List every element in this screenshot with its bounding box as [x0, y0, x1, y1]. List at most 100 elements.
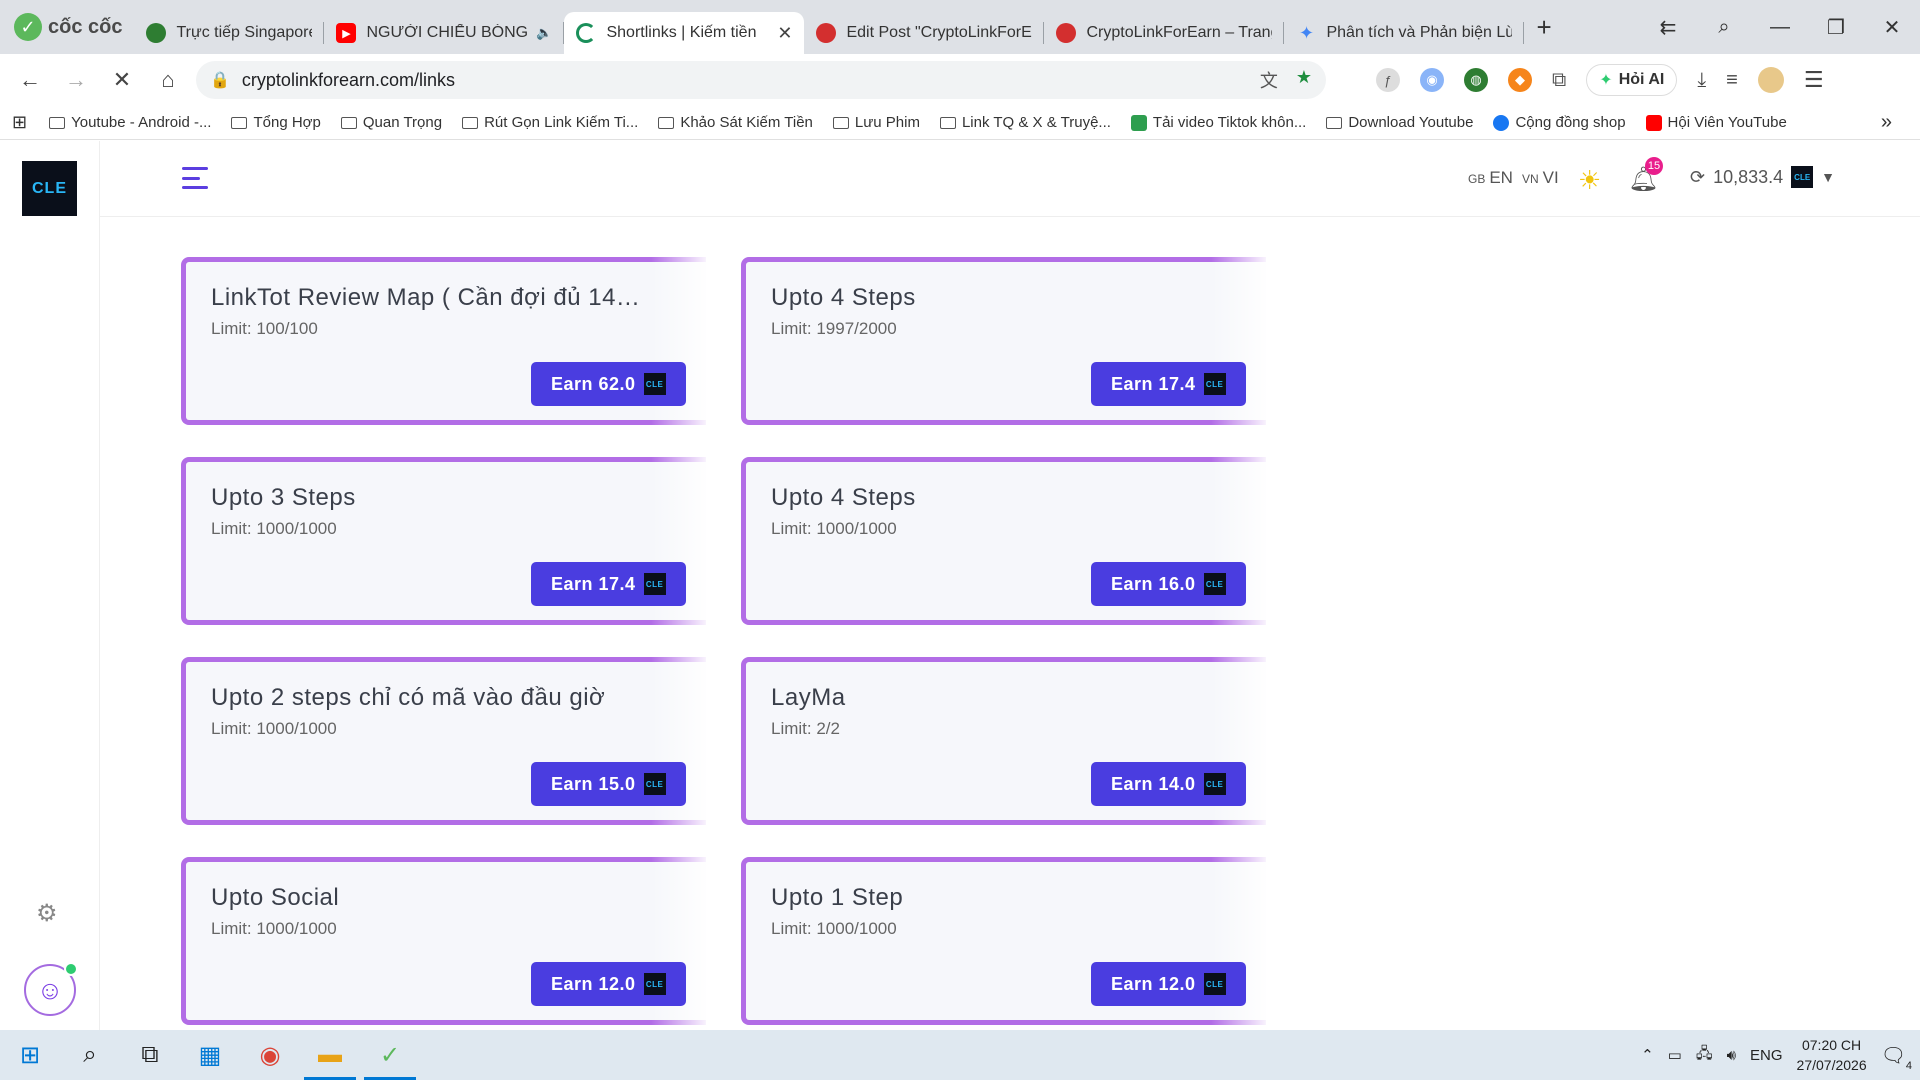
close-window-button[interactable]: ✕: [1864, 15, 1920, 40]
settings-gear-icon[interactable]: ⚙: [36, 899, 58, 928]
search-icon[interactable]: ⌕: [60, 1030, 120, 1080]
cle-coin-icon: CLE: [1791, 166, 1814, 188]
url-text[interactable]: cryptolinkforearn.com/links: [242, 70, 455, 91]
bookmark-item[interactable]: Lưu Phim: [832, 114, 920, 131]
loading-icon: [576, 23, 597, 43]
earn-button[interactable]: Earn 62.0 CLE: [531, 362, 686, 406]
tab-5[interactable]: ✦ Phân tích và Phản biện Lừ: [1284, 12, 1525, 54]
sparkle-icon: ✦: [1599, 72, 1613, 89]
minimize-button[interactable]: —: [1752, 16, 1808, 39]
translate-icon[interactable]: 文: [1260, 67, 1278, 93]
media-queue-icon[interactable]: ≡: [1726, 69, 1738, 92]
back-button[interactable]: ←: [10, 60, 50, 100]
notification-center-icon[interactable]: 🗨︎ 4: [1881, 1043, 1912, 1072]
chrome-icon[interactable]: ◉: [240, 1030, 300, 1080]
lock-icon[interactable]: 🔒: [210, 70, 230, 90]
bookmark-item[interactable]: Youtube - Android -...: [49, 114, 211, 131]
bookmark-item[interactable]: Khảo Sát Kiếm Tiền: [658, 114, 813, 131]
bookmark-item[interactable]: Download Youtube: [1326, 114, 1473, 131]
bookmark-item[interactable]: Tổng Hợp: [231, 114, 321, 131]
input-language[interactable]: ENG: [1750, 1047, 1783, 1064]
extensions-puzzle-icon[interactable]: ⧉: [1552, 69, 1566, 92]
folder-icon: [658, 116, 675, 129]
bookmark-star-icon[interactable]: ★: [1296, 67, 1312, 93]
card-title: Upto Social: [211, 884, 340, 911]
browser-brand-label: cốc cốc: [48, 15, 123, 38]
extension-feather-icon[interactable]: ƒ: [1376, 68, 1400, 92]
lang-vi-button[interactable]: VN VI: [1522, 168, 1559, 188]
hamburger-menu-icon[interactable]: [182, 167, 208, 189]
browser-brand[interactable]: ✓ cốc cốc: [0, 0, 134, 54]
bookmark-label: Tải video Tiktok khôn...: [1152, 114, 1307, 131]
network-icon[interactable]: 🖧: [1696, 1043, 1713, 1068]
bookmark-item[interactable]: Hội Viên YouTube: [1645, 114, 1787, 131]
earn-button[interactable]: Earn 16.0 CLE: [1091, 562, 1246, 606]
card-limit: Limit: 1000/1000: [211, 719, 337, 738]
more-bookmarks-icon[interactable]: »: [1881, 111, 1892, 134]
forward-button[interactable]: →: [56, 60, 96, 100]
apps-grid-icon[interactable]: ⊞: [12, 112, 27, 133]
clock-date: 27/07/2026: [1796, 1057, 1867, 1073]
site-icon: [1056, 23, 1077, 43]
earn-button[interactable]: Earn 12.0 CLE: [531, 962, 686, 1006]
earn-label: Earn 12.0: [1111, 973, 1196, 994]
file-explorer-icon[interactable]: ▬: [300, 1030, 360, 1080]
tab-1[interactable]: ▶ NGƯỜI CHIẾU BÓNG E 🔈: [324, 12, 565, 54]
bookmark-item[interactable]: Tải video Tiktok khôn...: [1130, 114, 1307, 131]
tab-2-active[interactable]: Shortlinks | Kiếm tiền ✕: [564, 12, 805, 54]
earn-button[interactable]: Earn 12.0 CLE: [1091, 962, 1246, 1006]
chevron-up-icon[interactable]: ⌃: [1641, 1046, 1654, 1064]
close-tab-icon[interactable]: ✕: [777, 23, 792, 44]
extension-lens-icon[interactable]: ◉: [1420, 68, 1444, 92]
refresh-icon[interactable]: ⟳: [1690, 167, 1705, 188]
lang-en-button[interactable]: GB EN: [1468, 168, 1513, 188]
site-logo-text: CLE: [32, 179, 67, 197]
coccoc-taskbar-icon[interactable]: ✓: [360, 1030, 420, 1080]
task-view-icon[interactable]: ⧉: [120, 1030, 180, 1080]
bookmark-item[interactable]: Cộng đồng shop: [1493, 114, 1626, 131]
battery-icon[interactable]: ▭: [1668, 1046, 1682, 1064]
folder-icon: [832, 116, 849, 129]
shortlink-card: LayMa Limit: 2/2 Earn 14.0 CLE: [741, 657, 1271, 825]
restore-button[interactable]: ❐: [1808, 15, 1864, 40]
bookmark-item[interactable]: Link TQ & X & Truyệ...: [939, 114, 1111, 131]
speaker-icon[interactable]: 🔈: [536, 25, 552, 41]
back-history-icon[interactable]: ⇇: [1640, 15, 1696, 40]
site-logo[interactable]: CLE: [22, 161, 77, 216]
site-icon: [816, 23, 837, 43]
volume-icon[interactable]: 🔊︎: [1727, 1047, 1736, 1064]
cle-coin-icon: CLE: [643, 973, 666, 995]
profile-avatar[interactable]: [1757, 67, 1784, 93]
download-icon[interactable]: ⤓: [1697, 69, 1706, 92]
earn-button[interactable]: Earn 14.0 CLE: [1091, 762, 1246, 806]
tab-0[interactable]: Trực tiếp Singapore vs Tim: [134, 12, 325, 54]
theme-sun-icon[interactable]: ☀: [1578, 165, 1601, 196]
earn-button[interactable]: Earn 17.4 CLE: [531, 562, 686, 606]
earn-button[interactable]: Earn 15.0 CLE: [531, 762, 686, 806]
card-limit: Limit: 1000/1000: [771, 919, 897, 938]
store-icon[interactable]: ▦: [180, 1030, 240, 1080]
menu-icon[interactable]: ☰: [1804, 67, 1824, 93]
hoi-ai-button[interactable]: ✦ Hỏi AI: [1586, 64, 1678, 96]
stop-loading-button[interactable]: ✕: [102, 60, 142, 100]
earn-button[interactable]: Earn 17.4 CLE: [1091, 362, 1246, 406]
balance-dropdown[interactable]: ⟳ 10,833.4 CLE ▼: [1690, 166, 1835, 188]
home-button[interactable]: ⌂: [148, 60, 188, 100]
windows-start-icon[interactable]: ⊞: [0, 1030, 60, 1080]
card-limit: Limit: 100/100: [211, 319, 318, 338]
address-bar[interactable]: 🔒 cryptolinkforearn.com/links 文 ★: [196, 61, 1326, 99]
card-limit: Limit: 1000/1000: [771, 519, 897, 538]
bookmark-item[interactable]: Rút Gọn Link Kiếm Ti...: [462, 114, 638, 131]
extension-globe-icon[interactable]: ◍: [1464, 68, 1488, 92]
clock[interactable]: 07:20 CH 27/07/2026: [1797, 1035, 1867, 1075]
tab-4[interactable]: CryptoLinkForEarn – Trang: [1044, 12, 1285, 54]
new-tab-button[interactable]: +: [1536, 12, 1551, 43]
search-tabs-icon[interactable]: ⌕: [1696, 16, 1752, 39]
support-avatar-button[interactable]: ☺: [24, 962, 78, 1016]
card-limit: Limit: 1000/1000: [211, 519, 337, 538]
metamask-icon[interactable]: ◆: [1508, 68, 1532, 92]
cle-coin-icon: CLE: [1203, 373, 1226, 395]
tab-3[interactable]: Edit Post "CryptoLinkForEa: [804, 12, 1045, 54]
bookmark-item[interactable]: Quan Trọng: [340, 114, 442, 131]
folder-icon: [340, 116, 357, 129]
